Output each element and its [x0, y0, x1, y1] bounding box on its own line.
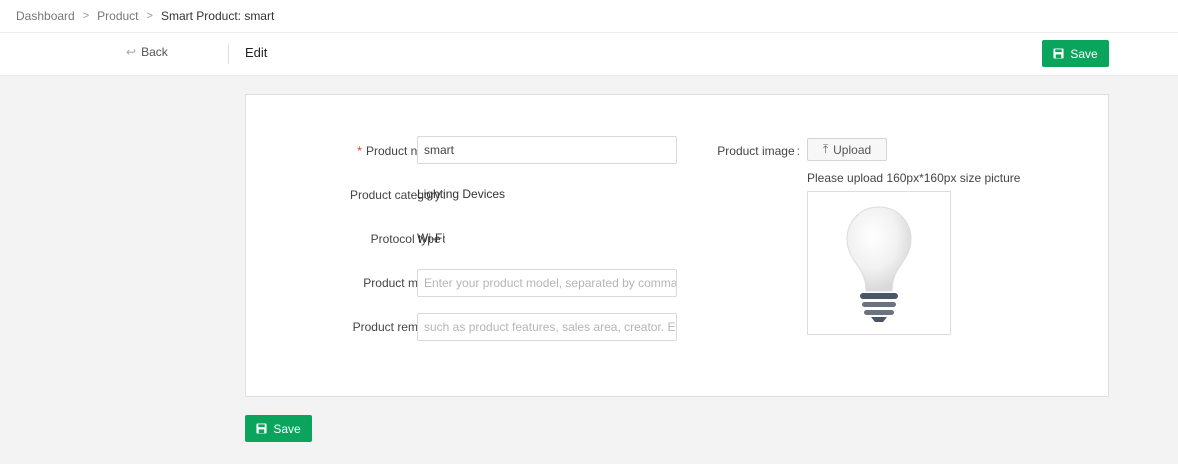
product-image-preview[interactable]	[807, 191, 951, 335]
product-category-value: Lighting Devices	[417, 187, 506, 201]
product-form-card: *Product name: smart Product category: L…	[245, 94, 1109, 397]
product-model-input[interactable]: Enter your product model, separated by c…	[417, 269, 677, 297]
product-remarks-label: Product remarks:	[352, 320, 446, 334]
product-model-label: Product model:	[363, 276, 446, 290]
breadcrumb: Dashboard > Product > Smart Product: sma…	[0, 0, 1178, 33]
upload-button[interactable]: ⤒ Upload	[807, 138, 887, 161]
light-bulb-icon	[846, 206, 912, 322]
edit-header: ↩ Back Edit Save	[0, 33, 1178, 76]
save-icon	[1053, 48, 1064, 59]
upload-icon: ⤒	[822, 142, 829, 156]
product-name-label: *Product name:	[357, 144, 446, 158]
breadcrumb-item-dashboard[interactable]: Dashboard	[16, 9, 75, 23]
product-image-label: Product image:	[717, 144, 800, 158]
protocol-type-label: Protocol type:	[370, 232, 446, 246]
product-remarks-input[interactable]: such as product features, sales area, cr…	[417, 313, 677, 341]
product-category-label: Product category:	[349, 188, 446, 202]
save-button-bottom[interactable]: Save	[245, 415, 312, 442]
back-button[interactable]: ↩ Back	[126, 45, 168, 59]
divider	[228, 44, 229, 64]
save-icon	[256, 423, 267, 434]
breadcrumb-item-current: Smart Product: smart	[160, 9, 275, 23]
back-arrow-icon: ↩	[126, 45, 137, 59]
save-label: Save	[1070, 46, 1098, 61]
protocol-type-value: Wi-Fi	[417, 231, 445, 245]
page-title: Edit	[245, 45, 268, 60]
back-label: Back	[141, 45, 168, 59]
breadcrumb-item-product[interactable]: Product	[97, 9, 138, 23]
required-asterisk: *	[357, 144, 362, 158]
chevron-right-icon: >	[146, 10, 153, 22]
chevron-right-icon: >	[82, 10, 90, 22]
save-button-top[interactable]: Save	[1042, 40, 1109, 67]
save-label: Save	[273, 421, 301, 436]
upload-hint: Please upload 160px*160px size picture	[807, 171, 1021, 185]
upload-label: Upload	[833, 142, 872, 157]
